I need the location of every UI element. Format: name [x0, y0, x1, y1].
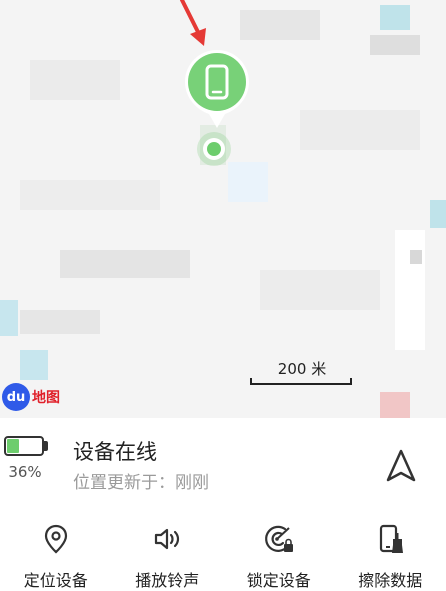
action-label: 播放铃声	[135, 571, 200, 590]
map-tile	[30, 60, 120, 100]
map-tile	[370, 35, 420, 55]
battery-cap	[44, 441, 48, 451]
map-tile	[20, 180, 160, 210]
device-info-panel: 36% 设备在线 位置更新于：刚刚	[0, 418, 446, 518]
battery-percent: 36%	[8, 463, 42, 481]
map-scale: 200 米	[250, 358, 354, 388]
map-tile	[410, 250, 422, 264]
erase-phone-icon	[380, 524, 404, 553]
lock-target-icon	[264, 525, 293, 552]
navigate-icon[interactable]	[384, 448, 418, 484]
device-status: 设备在线	[73, 440, 157, 464]
map-tile	[228, 162, 268, 202]
battery-icon	[4, 436, 44, 456]
map-road-tile	[395, 230, 425, 350]
map-tile	[260, 270, 380, 310]
battery-fill	[7, 439, 19, 453]
locate-device-button[interactable]: 定位设备	[6, 515, 106, 591]
baidu-map-logo: du 地图	[2, 380, 60, 414]
location-updated-text: 位置更新于：刚刚	[73, 473, 209, 493]
speaker-icon	[155, 528, 180, 550]
play-ringtone-button[interactable]: 播放铃声	[117, 515, 217, 591]
map-tile	[300, 110, 420, 150]
device-position-dot-center	[207, 142, 221, 156]
action-label: 锁定设备	[246, 571, 311, 590]
lock-device-button[interactable]: 锁定设备	[229, 515, 329, 591]
map-water-tile	[20, 350, 48, 380]
map-water-tile	[0, 300, 18, 336]
erase-data-button[interactable]: 擦除数据	[340, 515, 440, 591]
action-label: 擦除数据	[358, 571, 423, 590]
device-position-dot	[203, 138, 225, 160]
map-tile	[60, 250, 190, 278]
map-water-tile	[380, 5, 410, 30]
red-arrow-icon	[180, 0, 206, 46]
device-location-pin[interactable]	[183, 48, 251, 132]
map-scale-bar	[250, 378, 352, 385]
baidu-logo-text: 地图	[32, 390, 60, 406]
map-scale-label: 200 米	[277, 360, 327, 378]
action-bar: 定位设备 播放铃声 锁定设备 擦除数据	[0, 515, 446, 591]
action-label: 定位设备	[23, 571, 88, 590]
map-view[interactable]: 200 米 du 地图	[0, 0, 446, 418]
map-water-tile	[430, 200, 446, 228]
baidu-logo-mark: du	[2, 383, 30, 411]
map-tile	[20, 310, 100, 334]
location-pin-icon	[44, 524, 67, 554]
map-tile	[240, 10, 320, 40]
map-tile	[380, 392, 410, 418]
